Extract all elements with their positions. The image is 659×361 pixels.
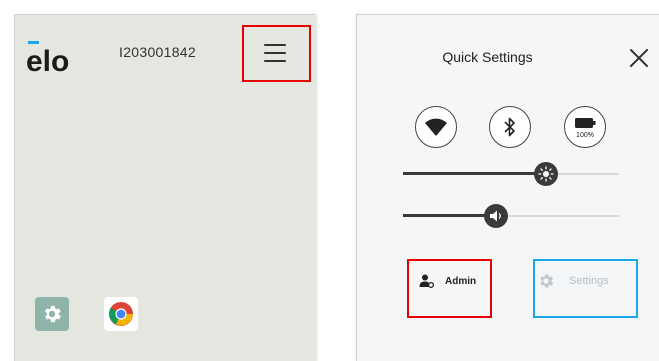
menu-line-top [264, 44, 286, 46]
close-icon[interactable] [628, 47, 650, 69]
admin-button-label: Admin [445, 275, 477, 287]
settings-button-label: Settings [569, 275, 609, 287]
battery-status-button[interactable]: 100% [564, 106, 606, 148]
chrome-app-icon[interactable] [104, 297, 138, 331]
bluetooth-icon [504, 117, 515, 137]
battery-icon [575, 118, 596, 128]
volume-slider[interactable] [403, 204, 619, 228]
bluetooth-toggle-button[interactable] [489, 106, 531, 148]
chrome-icon [109, 302, 133, 326]
wifi-icon [425, 118, 447, 136]
admin-user-icon [419, 274, 435, 289]
device-serial-number: I203001842 [119, 44, 196, 60]
battery-percentage-label: 100% [576, 132, 594, 139]
sun-icon [537, 166, 554, 182]
settings-button[interactable]: Settings [537, 271, 627, 291]
volume-fill [403, 214, 496, 217]
wifi-toggle-button[interactable] [415, 106, 457, 148]
hamburger-menu-button[interactable] [260, 42, 290, 64]
brightness-fill [403, 172, 546, 175]
gear-icon [540, 274, 554, 288]
speaker-icon [489, 210, 501, 222]
quick-settings-title: Quick Settings [442, 49, 533, 65]
svg-text:elo: elo [26, 45, 69, 78]
gear-icon [44, 305, 61, 323]
settings-app-icon[interactable] [35, 297, 69, 331]
admin-button[interactable]: Admin [419, 271, 481, 291]
volume-slider-handle[interactable] [483, 204, 508, 228]
brightness-slider[interactable] [403, 162, 619, 186]
quick-settings-panel: Quick Settings 100% Admin Settings [356, 14, 659, 361]
brightness-slider-handle[interactable] [533, 162, 558, 186]
menu-line-bottom [264, 60, 286, 62]
menu-line-middle [264, 52, 286, 54]
home-screen-panel: elo I203001842 [14, 14, 316, 361]
elo-logo: elo [26, 41, 69, 78]
screenshot-stage: elo I203001842 Quick Settings 100% Admin… [0, 0, 659, 361]
